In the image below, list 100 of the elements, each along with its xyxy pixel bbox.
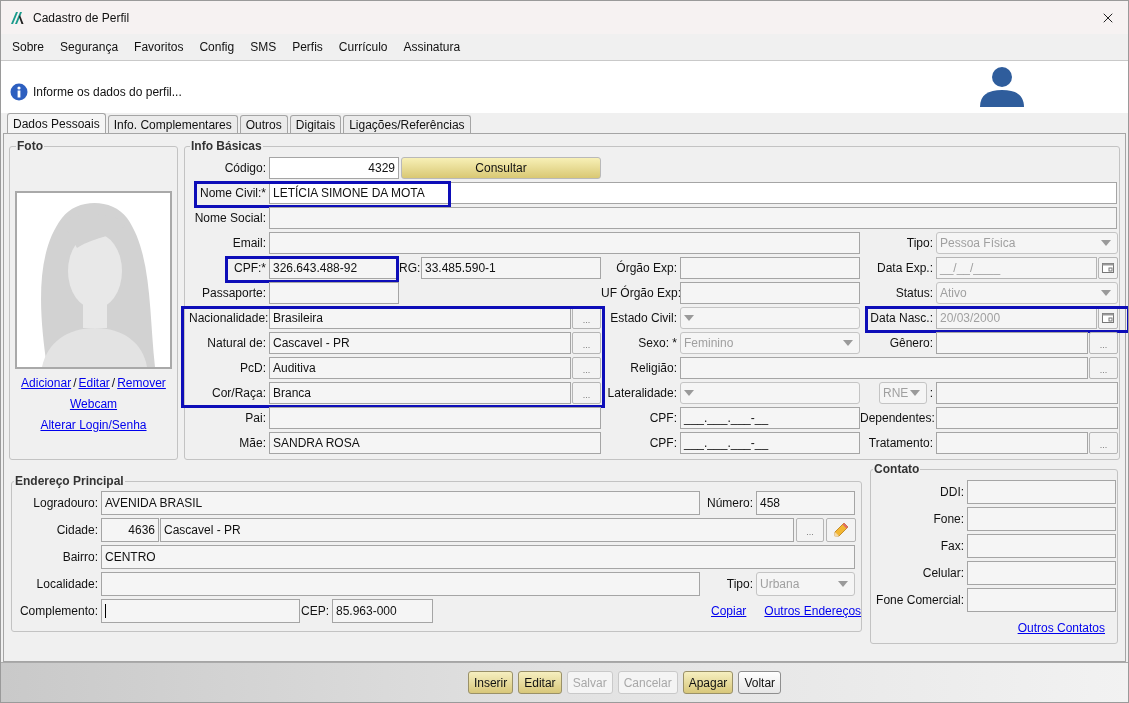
link[interactable]: Outros Contatos [1017,619,1105,637]
text-field[interactable] [936,431,1088,454]
text-field[interactable] [967,560,1117,585]
link[interactable]: Adicionar [21,374,72,392]
text-field[interactable]: SANDRA ROSA [269,431,601,454]
text-field[interactable] [101,571,700,596]
field-label: CPF:* [233,259,267,277]
field-label: Localidade: [35,575,99,593]
text-field[interactable] [680,256,860,279]
lookup-button[interactable]: ... [796,517,824,542]
text-field[interactable]: 4329 [269,156,399,179]
text-field[interactable]: AVENIDA BRASIL [101,490,700,515]
dropdown-arrow-icon [838,580,848,587]
pencil-icon [833,521,849,538]
text-field[interactable]: CENTRO [101,544,855,569]
field-label: Celular: [921,564,966,582]
lookup-button[interactable]: ... [1089,431,1118,454]
text-field[interactable] [936,331,1088,354]
text-field[interactable]: Branca [269,381,571,404]
edit-button[interactable] [826,517,856,542]
action-button[interactable]: Inserir [467,671,514,694]
field-label: PcD: [239,359,267,377]
link[interactable]: Editar [78,374,110,392]
field-label: Dependentes: [860,409,936,427]
menu-item[interactable]: Currículo [338,38,388,56]
menu-item[interactable]: SMS [250,38,277,56]
text-field[interactable] [936,381,1118,404]
field-label: Tipo: [905,234,934,252]
field-label: Passaporte: [200,284,267,302]
action-button[interactable]: Editar [518,671,562,694]
text-field[interactable] [269,406,601,429]
text-field[interactable] [967,479,1117,504]
field-label: Gênero: [888,334,934,352]
field-label: : [928,384,934,402]
text-field[interactable] [269,231,860,254]
field-label: Lateralidade: [606,384,678,402]
field-label: Número: [706,494,754,512]
tab[interactable]: Dados Pessoais [7,113,106,133]
field-label: Religião: [629,359,678,377]
menu-item[interactable]: Assinatura [403,38,461,56]
text-field[interactable]: 458 [756,490,855,515]
consult-button[interactable]: Consultar [401,156,601,179]
lookup-button[interactable]: ... [1089,356,1118,379]
text-field[interactable] [680,356,1088,379]
menu-item[interactable]: Sobre [12,38,45,56]
lookup-button[interactable]: ... [572,381,601,404]
text-field[interactable]: Auditiva [269,356,571,379]
field-label: Complemento: [18,602,99,620]
dropdown-arrow-icon [910,389,920,396]
text-field[interactable] [967,587,1117,612]
field-label: Fax: [939,537,966,555]
link[interactable]: Webcam [69,395,118,413]
calendar-icon [1102,262,1114,273]
tab[interactable]: Info. Complementares [107,115,238,133]
text-field[interactable] [269,281,399,304]
menu-item[interactable]: Segurança [60,38,119,56]
text-field[interactable] [680,281,860,304]
link[interactable]: Alterar Login/Senha [40,416,147,434]
header-message: Informe os dados do perfil... [33,84,182,101]
text-field[interactable]: ___.___.___-__ [680,406,860,429]
text-field[interactable]: Cascavel - PR [160,517,794,542]
text-field[interactable] [936,406,1118,429]
text-field[interactable] [967,533,1117,558]
field-label: Sexo: * [637,334,678,352]
action-button[interactable]: Voltar [738,671,782,694]
link[interactable]: Copiar [711,601,747,620]
panel-title: Contato [873,463,921,476]
lookup-button[interactable]: ... [1089,331,1118,354]
panel-title: Foto [16,140,44,153]
link[interactable]: Remover [117,374,166,392]
lookup-button[interactable]: ... [572,356,601,379]
field-label: Natural de: [206,334,267,352]
field-label: Tipo: [725,575,754,593]
field-label: Logradouro: [32,494,99,512]
text-field[interactable]: 33.485.590-1 [421,256,601,279]
action-button[interactable]: Apagar [682,671,734,694]
dropdown-arrow-icon [1101,239,1111,246]
text-field[interactable] [101,598,300,623]
field-label: Tratamento: [867,434,934,452]
text-field[interactable]: Cascavel - PR [269,331,571,354]
field-label: Cidade: [55,521,99,539]
field-label: Nacionalidade: [189,309,269,327]
tab[interactable]: Outros [239,115,288,133]
dropdown-arrow-icon [684,314,694,321]
tab[interactable]: Ligações/Referências [343,115,471,133]
lookup-button[interactable]: ... [572,331,601,354]
text-field[interactable]: LETÍCIA SIMONE DA MOTA [269,181,1117,204]
field-label: Cor/Raça: [210,384,267,402]
field-label: CPF: [648,409,678,427]
tab[interactable]: Digitais [289,115,342,133]
menu-item[interactable]: Favoritos [134,38,184,56]
text-field[interactable] [269,206,1117,229]
text-field[interactable] [967,506,1117,531]
link[interactable]: Outros Endereços [764,601,862,620]
menu-item[interactable]: Config [199,38,235,56]
menu-item[interactable]: Perfis [292,38,323,56]
text-field[interactable]: ___.___.___-__ [680,431,860,454]
text-field[interactable]: 4636 [101,517,159,542]
text-field[interactable]: 85.963-000 [332,598,433,623]
field-label: Email: [231,234,267,252]
